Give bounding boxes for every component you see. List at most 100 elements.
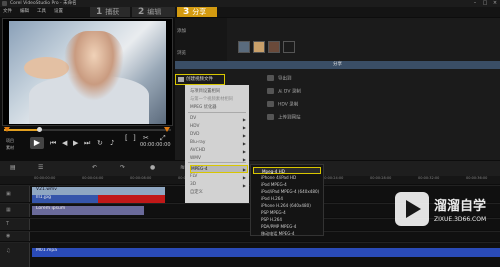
preview-image: [9, 21, 166, 124]
dropdown-item[interactable]: DVD: [190, 131, 248, 139]
title-track-header: T: [0, 219, 30, 230]
play-icon: [406, 200, 421, 218]
play-button[interactable]: ▶: [30, 137, 44, 149]
submenu-arrow-icon: ▶: [242, 149, 246, 154]
menu-bar: 文件 编辑 工具 设置: [0, 7, 500, 17]
title-track-icon: T: [6, 221, 10, 227]
timeline-view-icon[interactable]: ☰: [38, 164, 48, 173]
media-thumb[interactable]: [253, 41, 265, 53]
transition-clip[interactable]: [98, 195, 165, 203]
music-track: ♫ M01.mpa: [0, 242, 500, 267]
submenu-item[interactable]: PSP MPEG-4: [261, 209, 323, 216]
next-frame-button[interactable]: ▶: [73, 139, 78, 147]
submenu-arrow-icon: ▶: [242, 125, 246, 130]
dropdown-item[interactable]: HDV: [190, 123, 248, 131]
volume-icon[interactable]: ♪: [110, 139, 114, 147]
dropdown-item[interactable]: DV: [190, 115, 248, 123]
mark-out-marker[interactable]: [164, 127, 170, 132]
playback-controls: 项目 素材 ▶ ⏮ ◀ ▶ ⏭ ↻ ♪ [ ] ✂ ⤢ 00:00:00:00: [0, 134, 173, 154]
dropdown-item[interactable]: FLV: [190, 173, 248, 181]
mpeg4-submenu: Mpeg-4 HD iPhone 4/iPad HD iPod MPEG-4 iPod…: [250, 164, 324, 236]
submenu-item[interactable]: PSP H.264: [261, 216, 323, 223]
submenu-item[interactable]: 移动电话 MPEG-4: [261, 230, 323, 237]
submenu-item[interactable]: iPod H.264: [261, 195, 323, 202]
title-bar: Corel VideoStudio Pro - 未命名 – □ ×: [0, 0, 500, 7]
menu-tools[interactable]: 工具: [37, 7, 46, 17]
prev-frame-button[interactable]: ◀: [62, 139, 67, 147]
image-clip[interactable]: lll1.jpg: [32, 195, 98, 203]
submenu-item[interactable]: iPod/iPad MPEG-4 (640x480): [261, 188, 323, 195]
stage-tab-share[interactable]: 3 分享: [177, 7, 217, 17]
submenu-item[interactable]: iPhone 4/iPad HD: [261, 174, 323, 181]
share-item[interactable]: 导出到: [267, 75, 292, 82]
app-logo-icon: [2, 1, 7, 6]
submenu-item[interactable]: iPod MPEG-4: [261, 181, 323, 188]
ruler-tick-label: 00:00:04:00: [82, 176, 104, 180]
dropdown-item[interactable]: 3D: [190, 181, 248, 189]
share-item[interactable]: HDV 录制: [267, 101, 298, 108]
submenu-item[interactable]: Mpeg-4 HD: [253, 167, 321, 174]
submenu-arrow-icon: ▶: [242, 133, 246, 138]
media-thumb[interactable]: [238, 41, 250, 53]
close-button[interactable]: ×: [490, 0, 500, 7]
maximize-button[interactable]: □: [480, 0, 490, 7]
overlay-track-icon: ▦: [6, 207, 11, 213]
browse-button[interactable]: 浏览: [177, 50, 186, 56]
share-item-label: HDV 录制: [278, 102, 299, 108]
voice-track-header: ◉: [0, 232, 30, 241]
overlay-clip[interactable]: Lorem ipsum: [32, 206, 144, 215]
stage-tab-edit[interactable]: 2 编辑: [132, 7, 175, 17]
submenu-arrow-icon: ▶: [242, 175, 246, 180]
mark-out-button[interactable]: ]: [133, 134, 136, 142]
repeat-icon[interactable]: ↻: [97, 139, 103, 147]
share-item[interactable]: 上传到网站: [267, 114, 301, 121]
scrubber[interactable]: [4, 127, 171, 133]
stage-number: 2: [138, 7, 145, 17]
dropdown-item[interactable]: MPEG-4: [190, 165, 248, 173]
create-video-file-button[interactable]: 创建视频文件: [175, 74, 225, 85]
mark-in-marker[interactable]: [4, 127, 10, 132]
menu-file[interactable]: 文件: [3, 7, 12, 17]
go-end-button[interactable]: ⏭: [84, 139, 90, 148]
dropdown-item[interactable]: AVCHD: [190, 147, 248, 155]
media-thumb[interactable]: [268, 41, 280, 53]
storyboard-view-icon[interactable]: ▤: [10, 164, 20, 173]
undo-icon[interactable]: ↶: [92, 164, 102, 173]
add-folder-button[interactable]: 添加: [177, 28, 186, 34]
stage-number: 3: [183, 7, 190, 17]
scrubber-handle[interactable]: [37, 127, 42, 132]
export-icon: [267, 75, 274, 81]
minimize-button[interactable]: –: [470, 0, 480, 7]
video-track-icon: ▣: [6, 191, 11, 197]
mode-project[interactable]: 项目: [6, 138, 14, 144]
audio-thumb[interactable]: [283, 41, 295, 53]
cut-icon[interactable]: ✂: [143, 134, 149, 142]
submenu-item[interactable]: iPhone H.264 (640x480): [261, 202, 323, 209]
menu-settings[interactable]: 设置: [54, 7, 63, 17]
dropdown-item[interactable]: 自定义: [190, 189, 248, 197]
music-clip[interactable]: M01.mpa: [32, 248, 500, 257]
share-item[interactable]: 从 DV 录制: [267, 88, 301, 95]
dropdown-item[interactable]: MPEG 优化器: [190, 104, 248, 112]
dropdown-item[interactable]: 与项目设置相同: [190, 88, 248, 96]
hdv-icon: [267, 101, 274, 107]
stage-tab-capture[interactable]: 1 捕获: [90, 7, 130, 17]
record-icon[interactable]: ●: [150, 164, 160, 173]
video-clip[interactable]: V21.wmv: [32, 187, 165, 195]
preview-window: [2, 18, 173, 126]
go-start-button[interactable]: ⏮: [50, 139, 56, 148]
upload-icon: [267, 114, 274, 120]
timecode[interactable]: 00:00:00:00: [140, 142, 171, 148]
watermark-url: ZIXUE.3D66.COM: [434, 216, 487, 223]
submenu-item[interactable]: PDA/PMP MPEG-4: [261, 223, 323, 230]
mark-in-button[interactable]: [: [125, 134, 128, 142]
redo-icon[interactable]: ↷: [120, 164, 130, 173]
share-header: 分享: [175, 61, 500, 69]
music-track-header: ♫: [0, 243, 30, 267]
ruler-tick-label: 00:00:00:00: [34, 176, 56, 180]
dropdown-item[interactable]: Blu-ray: [190, 139, 248, 147]
stage-label: 捕获: [105, 8, 120, 16]
mode-clip[interactable]: 素材: [6, 145, 14, 151]
menu-edit[interactable]: 编辑: [20, 7, 29, 17]
dropdown-separator: [188, 162, 246, 163]
